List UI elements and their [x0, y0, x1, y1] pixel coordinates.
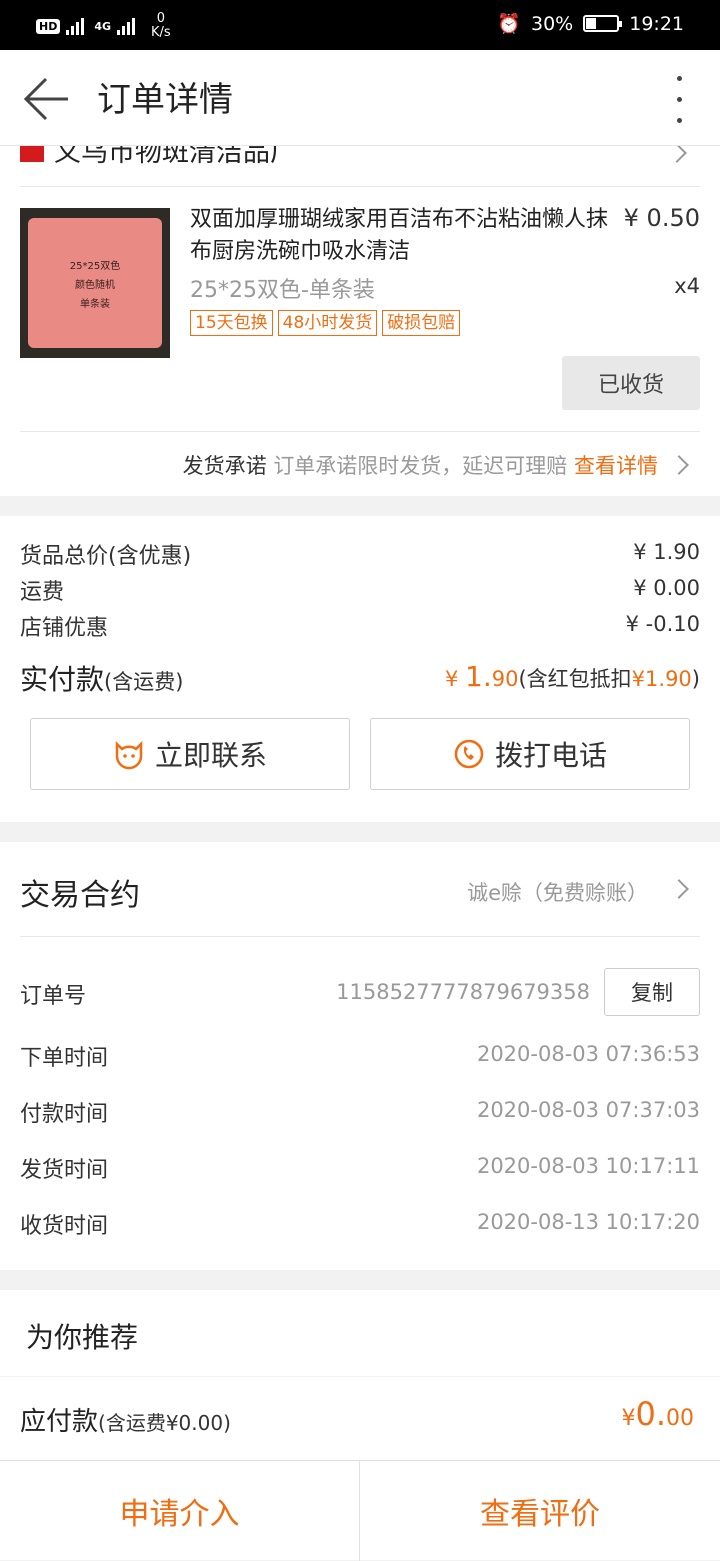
promise-link[interactable]: 查看详情 [574, 454, 658, 478]
divider [20, 936, 700, 937]
contract-value: 诚e赊（免费赊账） [467, 881, 648, 905]
clock: 19:21 [629, 12, 684, 35]
paid-label: 实付款(含运费) [20, 663, 184, 696]
order-no-label: 订单号 [20, 984, 87, 1009]
thumb-text: 25*25双色 [69, 260, 121, 272]
cost-value: ¥ 1.90 [633, 540, 700, 564]
product-qty: x4 [674, 274, 700, 298]
net-speed: 0 K/s [151, 11, 171, 40]
contact-seller-button[interactable]: 立即联系 [30, 718, 350, 790]
service-tag: 15天包换 [190, 310, 273, 336]
chat-cat-icon [115, 740, 143, 770]
cost-value: ¥ 0.00 [633, 576, 700, 600]
order-no-value: 1158527777879679358 [336, 980, 590, 1004]
cost-card: 货品总价(含优惠) ¥ 1.90 运费 ¥ 0.00 店铺优惠 ¥ -0.10 … [0, 516, 720, 822]
status-bar: HD 4G 0 K/s ⏰ 30% 19:21 [0, 0, 720, 50]
time-value: 2020-08-13 10:17:20 [476, 1210, 700, 1234]
contract-row[interactable]: 交易合约 诚e赊（免费赊账） [0, 842, 720, 936]
battery-icon [583, 15, 623, 32]
network-type: 4G [94, 19, 112, 33]
recommend-section: 为你推荐 [0, 1290, 720, 1376]
product-title[interactable]: 双面加厚珊瑚绒家用百洁布不沾粘油懒人抹布厨房洗碗巾吸水清洁 [190, 204, 620, 268]
page-title: 订单详情 [97, 80, 233, 120]
product-sku: 25*25双色-单条装 [190, 278, 375, 303]
time-value: 2020-08-03 07:36:53 [476, 1042, 700, 1066]
signal-icon [66, 17, 88, 35]
payable-label: 应付款(含运费¥0.00) [20, 1407, 231, 1437]
order-info-card: 交易合约 诚e赊（免费赊账） 订单号 1158527777879679358 复… [0, 842, 720, 1270]
time-label: 发货时间 [20, 1158, 109, 1183]
cost-label: 运费 [20, 580, 65, 605]
store-row[interactable]: 义乌市物斑清洁品厂 [0, 146, 720, 184]
service-tag: 48小时发货 [277, 310, 378, 336]
service-tag: 破损包赔 [382, 310, 461, 336]
cost-label: 货品总价(含优惠) [20, 544, 192, 569]
time-value: 2020-08-03 10:17:11 [476, 1154, 700, 1178]
bottom-action-bar: 申请介入 查看评价 [0, 1460, 720, 1561]
alarm-icon: ⏰ [497, 13, 521, 35]
time-value: 2020-08-03 07:37:03 [476, 1098, 700, 1122]
delivery-promise-row[interactable]: 发货承诺 订单承诺限时发货，延迟可理赔 查看详情 [183, 450, 658, 480]
paid-amount: ¥ 1.90(含红包抵扣¥1.90) [444, 660, 700, 693]
call-label: 拨打电话 [494, 739, 607, 772]
store-icon [20, 146, 44, 162]
app-header: 订单详情 [0, 50, 720, 146]
signal-icon-2 [117, 17, 139, 35]
promise-label: 发货承诺 [182, 454, 267, 478]
time-label: 收货时间 [20, 1214, 109, 1239]
recommend-title: 为你推荐 [26, 1321, 139, 1354]
battery-percent: 30% [531, 12, 574, 35]
thumb-text: 颜色随机 [75, 279, 115, 291]
product-price: ¥ 0.50 [623, 204, 700, 232]
apply-intervention-button[interactable]: 申请介入 [0, 1461, 360, 1561]
cost-label: 店铺优惠 [20, 616, 109, 641]
product-thumbnail[interactable]: 25*25双色 颜色随机 单条装 [20, 208, 170, 358]
payable-bar: 应付款(含运费¥0.00) ¥0.00 [0, 1377, 720, 1460]
promise-text: 订单承诺限时发货，延迟可理赔 [273, 454, 568, 478]
cost-value: ¥ -0.10 [625, 612, 700, 636]
view-review-button[interactable]: 查看评价 [360, 1461, 720, 1561]
divider [20, 186, 700, 187]
contract-title: 交易合约 [20, 878, 140, 913]
contact-label: 立即联系 [154, 739, 267, 772]
more-menu-icon[interactable] [674, 76, 684, 124]
payable-amount: ¥0.00 [621, 1395, 694, 1433]
divider [20, 431, 700, 432]
copy-button[interactable]: 复制 [604, 968, 700, 1016]
service-tags: 15天包换 48小时发货 破损包赔 [190, 310, 465, 336]
hd-icon: HD [36, 18, 61, 34]
chevron-right-icon [669, 455, 689, 475]
call-button[interactable]: 拨打电话 [370, 718, 690, 790]
phone-icon [454, 739, 484, 769]
back-arrow-icon[interactable] [22, 76, 72, 122]
product-card: 义乌市物斑清洁品厂 25*25双色 颜色随机 单条装 双面加厚珊瑚绒家用百洁布不… [0, 146, 720, 496]
time-label: 付款时间 [20, 1102, 109, 1127]
chevron-right-icon [667, 146, 687, 163]
time-label: 下单时间 [20, 1046, 109, 1071]
store-name: 义乌市物斑清洁品厂 [54, 146, 297, 168]
thumb-text: 单条装 [80, 298, 110, 310]
received-status-button[interactable]: 已收货 [562, 356, 700, 410]
chevron-right-icon [669, 879, 689, 899]
